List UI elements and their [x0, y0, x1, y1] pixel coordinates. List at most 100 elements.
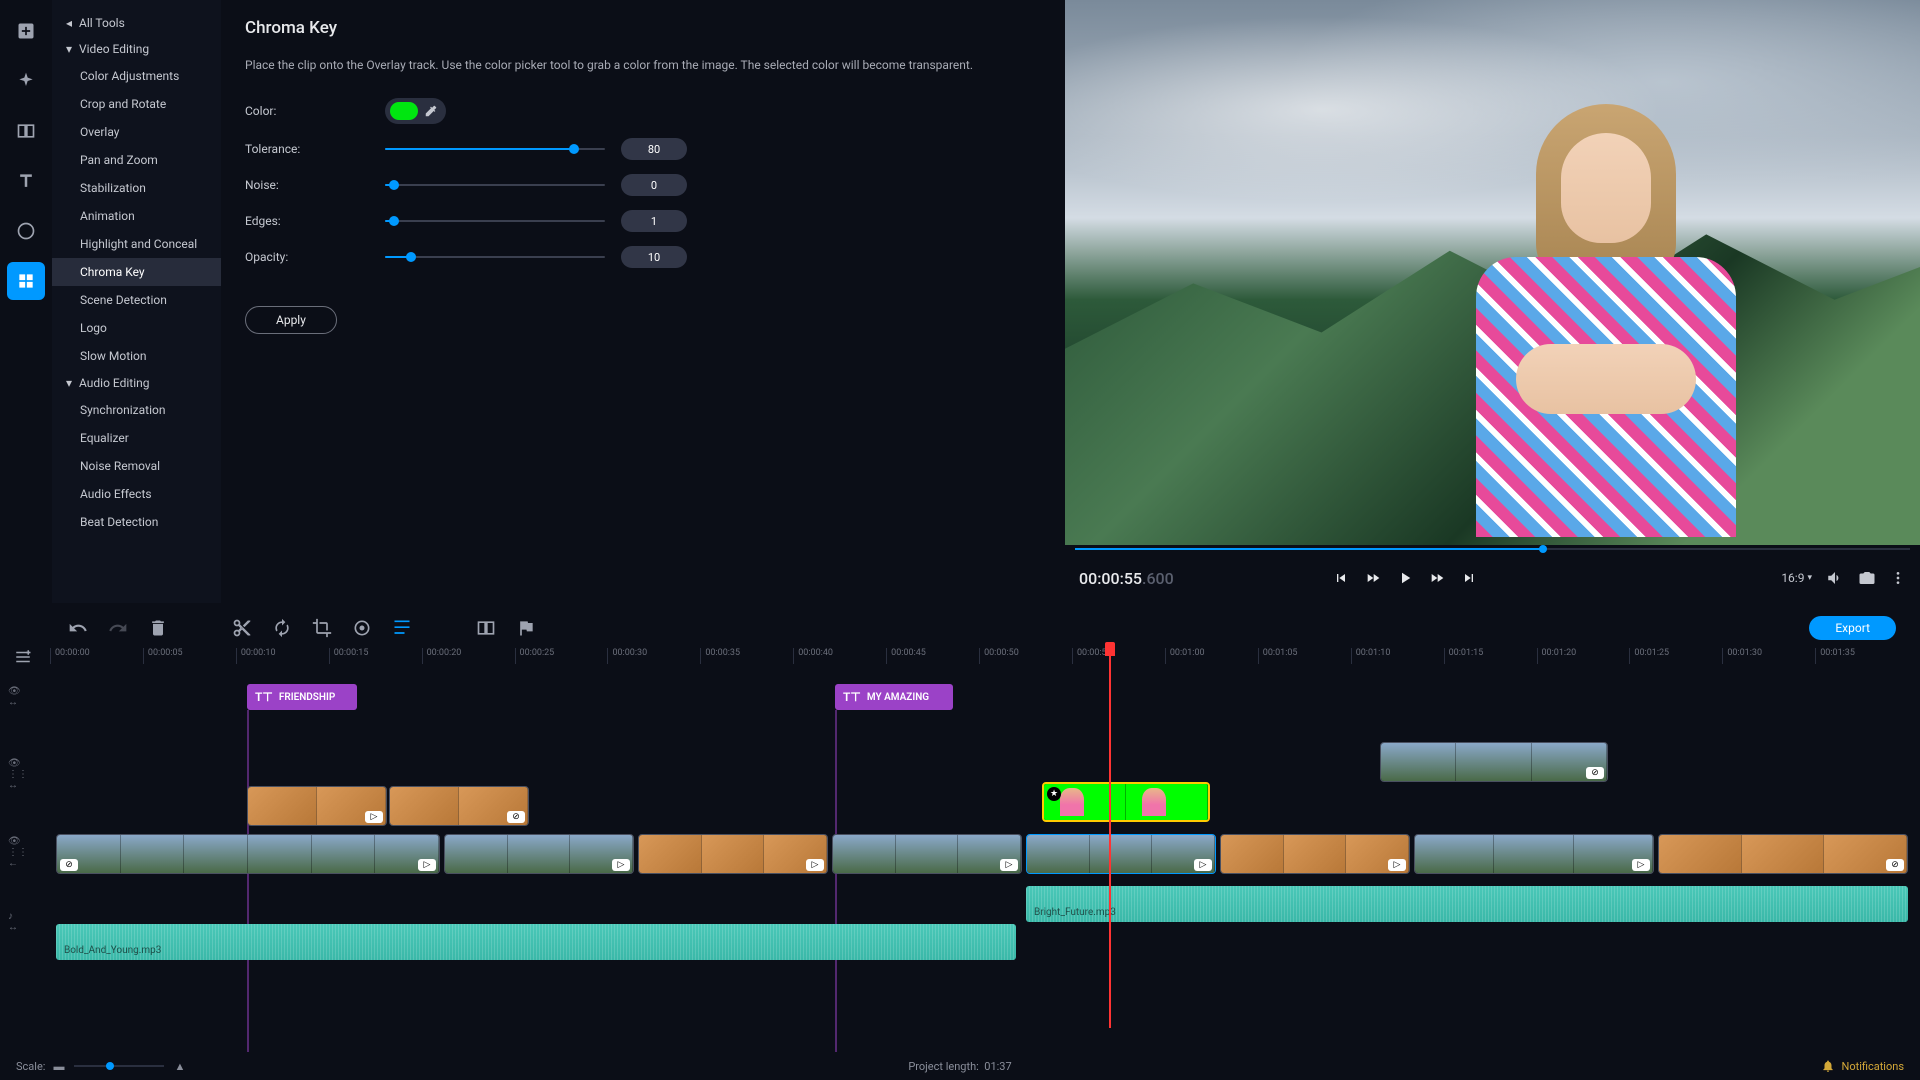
- more-icon[interactable]: [1890, 570, 1906, 586]
- param-slider[interactable]: [385, 250, 605, 264]
- more-tools-icon[interactable]: [7, 262, 45, 300]
- video-editing-header[interactable]: ▾Video Editing: [52, 36, 221, 62]
- no-transition-icon[interactable]: ⊘: [507, 811, 525, 823]
- titles-icon[interactable]: [7, 162, 45, 200]
- video-clip[interactable]: ▷: [1026, 834, 1216, 874]
- overlay-clip[interactable]: ⊘: [1380, 742, 1608, 782]
- param-value[interactable]: 0: [621, 174, 687, 196]
- zoom-out-icon[interactable]: ▬: [53, 1060, 64, 1073]
- play-icon[interactable]: [1394, 567, 1416, 589]
- import-icon[interactable]: [7, 12, 45, 50]
- video-clip[interactable]: ▷: [1220, 834, 1410, 874]
- transition-wizard-icon[interactable]: [476, 618, 496, 638]
- sidebar-item-logo[interactable]: Logo: [52, 314, 221, 342]
- tracks-container[interactable]: T⊤ FRIENDSHIP T⊤ MY AMAZING ⊘ ▷ ⊘: [50, 666, 1908, 1026]
- sidebar-item-crop-and-rotate[interactable]: Crop and Rotate: [52, 90, 221, 118]
- overlay-track-controls[interactable]: 👁⋮⋮↔: [8, 758, 28, 791]
- apply-button[interactable]: Apply: [245, 306, 337, 334]
- no-transition-icon[interactable]: ⊘: [1886, 859, 1904, 871]
- aspect-ratio-selector[interactable]: 16:9 ▾: [1781, 571, 1812, 585]
- param-slider[interactable]: [385, 142, 605, 156]
- preview-timecode: 00:00:55.600: [1079, 569, 1174, 588]
- video-clip[interactable]: ⊘ ▷: [56, 834, 440, 874]
- transitions-icon[interactable]: [7, 112, 45, 150]
- snapshot-icon[interactable]: [1858, 569, 1876, 587]
- rotate-icon[interactable]: [272, 618, 292, 638]
- sidebar-item-overlay[interactable]: Overlay: [52, 118, 221, 146]
- overlay-clip[interactable]: ▷: [247, 786, 387, 826]
- delete-icon[interactable]: [148, 618, 168, 638]
- frame-forward-icon[interactable]: [1426, 567, 1448, 589]
- transition-icon[interactable]: ▷: [1000, 859, 1018, 871]
- sidebar-item-pan-and-zoom[interactable]: Pan and Zoom: [52, 146, 221, 174]
- preview-video[interactable]: [1065, 0, 1920, 545]
- redo-icon[interactable]: [108, 618, 128, 638]
- export-button[interactable]: Export: [1809, 616, 1896, 640]
- sidebar-item-slow-motion[interactable]: Slow Motion: [52, 342, 221, 370]
- sidebar-item-equalizer[interactable]: Equalizer: [52, 424, 221, 452]
- stickers-icon[interactable]: [7, 212, 45, 250]
- param-value[interactable]: 80: [621, 138, 687, 160]
- ruler-mark: 00:01:00: [1165, 648, 1258, 664]
- transition-icon[interactable]: ▷: [612, 859, 630, 871]
- playhead[interactable]: [1109, 648, 1111, 1028]
- volume-icon[interactable]: [1826, 569, 1844, 587]
- sidebar-item-beat-detection[interactable]: Beat Detection: [52, 508, 221, 536]
- title-clip-amazing[interactable]: T⊤ MY AMAZING: [835, 684, 953, 710]
- audio-clip[interactable]: Bright_Future.mp3: [1026, 886, 1908, 922]
- sidebar-item-chroma-key[interactable]: Chroma Key: [52, 258, 221, 286]
- video-clip[interactable]: ▷: [638, 834, 828, 874]
- sidebar-item-synchronization[interactable]: Synchronization: [52, 396, 221, 424]
- marker-icon[interactable]: [516, 618, 536, 638]
- cut-icon[interactable]: [232, 618, 252, 638]
- audio-clip[interactable]: Bold_And_Young.mp3: [56, 924, 1016, 960]
- sidebar-item-scene-detection[interactable]: Scene Detection: [52, 286, 221, 314]
- sidebar-item-audio-effects[interactable]: Audio Effects: [52, 480, 221, 508]
- zoom-in-icon[interactable]: ▲: [174, 1060, 185, 1073]
- audio-track-controls[interactable]: ♪↔: [8, 911, 18, 933]
- sidebar-item-highlight-and-conceal[interactable]: Highlight and Conceal: [52, 230, 221, 258]
- title-clip-friendship[interactable]: T⊤ FRIENDSHIP: [247, 684, 357, 710]
- video-clip[interactable]: ▷: [444, 834, 634, 874]
- param-slider[interactable]: [385, 214, 605, 228]
- properties-icon[interactable]: [392, 618, 412, 638]
- filters-icon[interactable]: [7, 62, 45, 100]
- param-value[interactable]: 1: [621, 210, 687, 232]
- sidebar-item-stabilization[interactable]: Stabilization: [52, 174, 221, 202]
- timeline-ruler[interactable]: 00:00:0000:00:0500:00:1000:00:1500:00:20…: [50, 648, 1908, 664]
- skip-back-icon[interactable]: [1330, 567, 1352, 589]
- skip-forward-icon[interactable]: [1458, 567, 1480, 589]
- transition-icon[interactable]: ▷: [1194, 859, 1212, 871]
- record-icon[interactable]: [352, 618, 372, 638]
- video-clip[interactable]: ⊘: [1658, 834, 1908, 874]
- sidebar-item-animation[interactable]: Animation: [52, 202, 221, 230]
- transition-icon[interactable]: ▷: [365, 811, 383, 823]
- transition-icon[interactable]: ▷: [1388, 859, 1406, 871]
- overlay-clip[interactable]: ⊘: [389, 786, 529, 826]
- frame-back-icon[interactable]: [1362, 567, 1384, 589]
- notifications-button[interactable]: Notifications: [1821, 1059, 1904, 1073]
- audio-editing-header[interactable]: ▾Audio Editing: [52, 370, 221, 396]
- undo-icon[interactable]: [68, 618, 88, 638]
- color-picker[interactable]: [385, 98, 446, 124]
- param-slider[interactable]: [385, 178, 605, 192]
- sidebar-item-noise-removal[interactable]: Noise Removal: [52, 452, 221, 480]
- param-value[interactable]: 10: [621, 246, 687, 268]
- scale-slider[interactable]: [74, 1065, 164, 1067]
- overlay-clip-greenscreen[interactable]: ★: [1042, 782, 1210, 822]
- no-transition-icon[interactable]: ⊘: [1586, 767, 1604, 779]
- crop-icon[interactable]: [312, 618, 332, 638]
- transition-icon[interactable]: ▷: [806, 859, 824, 871]
- ruler-mark: 00:00:50: [979, 648, 1072, 664]
- no-transition-icon[interactable]: ⊘: [60, 859, 78, 871]
- eyedropper-icon[interactable]: [424, 104, 438, 118]
- video-clip[interactable]: ▷: [832, 834, 1022, 874]
- all-tools-header[interactable]: ◂All Tools: [52, 10, 221, 36]
- preview-scrubber[interactable]: [1075, 545, 1910, 553]
- video-clip[interactable]: ▷: [1414, 834, 1654, 874]
- sidebar-item-color-adjustments[interactable]: Color Adjustments: [52, 62, 221, 90]
- transition-icon[interactable]: ▷: [418, 859, 436, 871]
- video-track-controls[interactable]: 👁⋮⋮←: [8, 836, 28, 869]
- transition-icon[interactable]: ▷: [1632, 859, 1650, 871]
- title-track-controls[interactable]: 👁↔: [8, 686, 21, 708]
